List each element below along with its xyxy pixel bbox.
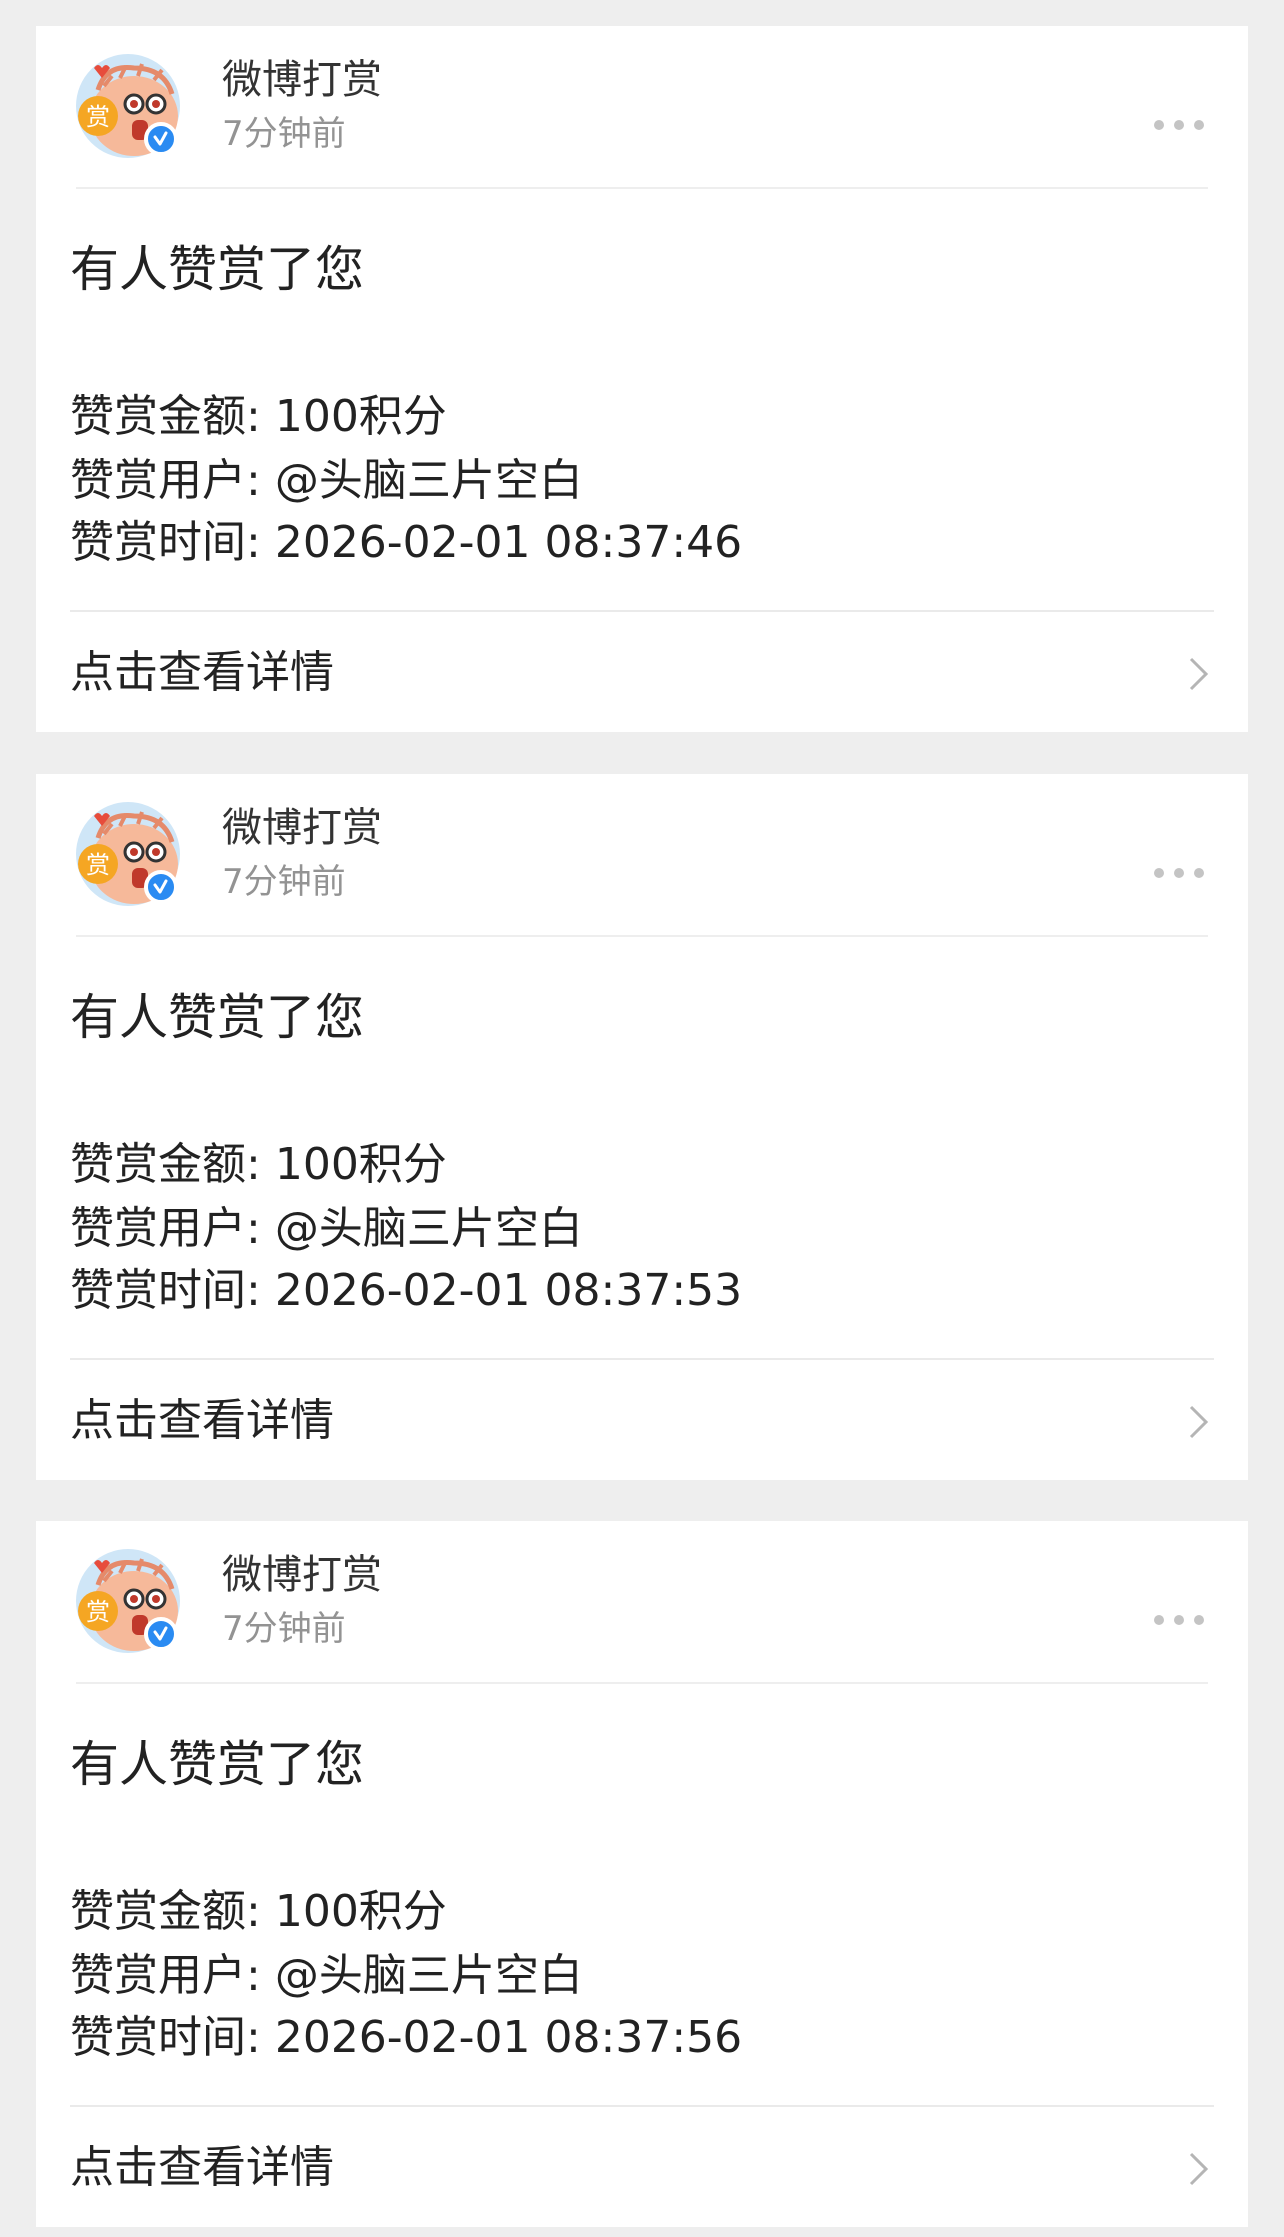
message-title: 有人赞赏了您	[70, 1736, 365, 1793]
post-time: 7分钟前	[222, 114, 346, 154]
reward-user-value: @头脑三片空白	[274, 1203, 583, 1254]
reward-amount-label: 赞赏金额:	[70, 1886, 261, 1937]
verified-badge-icon	[144, 122, 178, 156]
post-time: 7分钟前	[222, 1609, 346, 1649]
view-details-link[interactable]: 点击查看详情	[36, 2107, 1248, 2227]
reward-time-label: 赞赏时间:	[70, 1265, 261, 1316]
view-details-link[interactable]: 点击查看详情	[36, 1360, 1248, 1480]
sender-name[interactable]: 微博打赏	[222, 56, 382, 104]
avatar[interactable]: 赏	[76, 1549, 180, 1653]
reward-amount-label: 赞赏金额:	[70, 1139, 261, 1190]
reward-time-value: 2026-02-01 08:37:46	[274, 517, 743, 568]
reward-time: 赞赏时间: 2026-02-01 08:37:56	[70, 2011, 742, 2065]
svg-text:赏: 赏	[86, 103, 110, 131]
avatar[interactable]: 赏	[76, 54, 180, 158]
reward-time-value: 2026-02-01 08:37:53	[274, 1265, 743, 1316]
reward-amount: 赞赏金额: 100积分	[70, 1138, 447, 1192]
more-options-icon[interactable]	[1152, 1613, 1206, 1627]
card-header: 赏 微博打赏 7分钟前	[76, 774, 1208, 937]
view-details-label: 点击查看详情	[70, 2142, 334, 2193]
reward-user: 赞赏用户: @头脑三片空白	[70, 1949, 583, 2003]
chevron-right-icon	[1188, 656, 1210, 692]
verified-badge-icon	[144, 870, 178, 904]
reward-user-label: 赞赏用户:	[70, 455, 261, 506]
svg-text:赏: 赏	[86, 1598, 110, 1626]
post-time: 7分钟前	[222, 862, 346, 902]
reward-amount-label: 赞赏金额:	[70, 391, 261, 442]
reward-amount: 赞赏金额: 100积分	[70, 1885, 447, 1939]
reward-time-label: 赞赏时间:	[70, 517, 261, 568]
notification-card: 赏 微博打赏 7分钟前 有人赞赏了您 赞赏金额: 100积分 赞赏用户: @头脑…	[36, 26, 1248, 732]
reward-amount-value: 100积分	[274, 1139, 447, 1190]
message-title: 有人赞赏了您	[70, 989, 365, 1046]
sender-name[interactable]: 微博打赏	[222, 804, 382, 852]
card-header: 赏 微博打赏 7分钟前	[76, 26, 1208, 189]
more-options-icon[interactable]	[1152, 118, 1206, 132]
reward-user-value: @头脑三片空白	[274, 455, 583, 506]
card-header: 赏 微博打赏 7分钟前	[76, 1521, 1208, 1684]
svg-text:赏: 赏	[86, 851, 110, 879]
reward-user-label: 赞赏用户:	[70, 1950, 261, 2001]
reward-user-label: 赞赏用户:	[70, 1203, 261, 1254]
chevron-right-icon	[1188, 2151, 1210, 2187]
reward-user: 赞赏用户: @头脑三片空白	[70, 1202, 583, 1256]
sender-name[interactable]: 微博打赏	[222, 1551, 382, 1599]
view-details-label: 点击查看详情	[70, 1395, 334, 1446]
notification-card: 赏 微博打赏 7分钟前 有人赞赏了您 赞赏金额: 100积分 赞赏用户: @头脑…	[36, 774, 1248, 1480]
reward-amount-value: 100积分	[274, 1886, 447, 1937]
verified-badge-icon	[144, 1617, 178, 1651]
reward-user-value: @头脑三片空白	[274, 1950, 583, 2001]
reward-amount: 赞赏金额: 100积分	[70, 390, 447, 444]
reward-user: 赞赏用户: @头脑三片空白	[70, 454, 583, 508]
chevron-right-icon	[1188, 1404, 1210, 1440]
reward-time: 赞赏时间: 2026-02-01 08:37:46	[70, 516, 742, 570]
reward-time: 赞赏时间: 2026-02-01 08:37:53	[70, 1264, 742, 1318]
reward-amount-value: 100积分	[274, 391, 447, 442]
avatar[interactable]: 赏	[76, 802, 180, 906]
more-options-icon[interactable]	[1152, 866, 1206, 880]
message-title: 有人赞赏了您	[70, 241, 365, 298]
view-details-link[interactable]: 点击查看详情	[36, 612, 1248, 732]
reward-time-label: 赞赏时间:	[70, 2012, 261, 2063]
reward-time-value: 2026-02-01 08:37:56	[274, 2012, 743, 2063]
view-details-label: 点击查看详情	[70, 647, 334, 698]
notification-card: 赏 微博打赏 7分钟前 有人赞赏了您 赞赏金额: 100积分 赞赏用户: @头脑…	[36, 1521, 1248, 2227]
